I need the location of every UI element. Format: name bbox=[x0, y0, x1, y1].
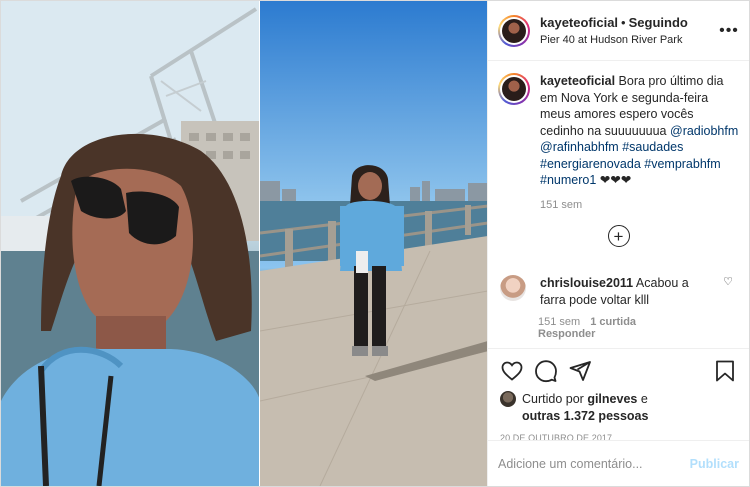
post-location[interactable]: Pier 40 at Hudson River Park bbox=[540, 34, 719, 46]
others-likes[interactable]: outras 1.372 pessoas bbox=[522, 409, 648, 423]
comment-icon[interactable] bbox=[534, 359, 558, 383]
selfie-photo bbox=[1, 1, 259, 486]
plus-circle-icon[interactable]: + bbox=[607, 225, 630, 247]
comment-time[interactable]: 151 sem bbox=[538, 316, 580, 328]
follow-status[interactable]: Seguindo bbox=[629, 15, 688, 30]
first-liker[interactable]: gilneves bbox=[587, 392, 637, 406]
comment-input[interactable] bbox=[498, 456, 690, 471]
post-header: kayeteoficial • Seguindo Pier 40 at Hudson… bbox=[488, 1, 749, 61]
caption-hearts: ❤❤❤ bbox=[599, 173, 632, 187]
caption: kayeteoficial Bora pro último dia em Nov… bbox=[498, 73, 739, 213]
commenter-avatar[interactable] bbox=[500, 275, 526, 301]
comment-text-block: chrislouise2011 Acabou a farra pode volt… bbox=[540, 275, 715, 308]
liked-by-prefix: Curtido por bbox=[522, 392, 584, 406]
liker-avatar[interactable] bbox=[500, 391, 516, 407]
post-media[interactable] bbox=[1, 1, 487, 486]
caption-avatar[interactable] bbox=[498, 73, 530, 105]
comments-area: kayeteoficial Bora pro último dia em Nov… bbox=[488, 61, 749, 348]
liked-by: Curtido por gilneves e bbox=[500, 391, 737, 407]
instagram-post: kayeteoficial • Seguindo Pier 40 at Hudson… bbox=[0, 0, 750, 487]
liked-by-and: e bbox=[640, 392, 648, 406]
reply-button[interactable]: Responder bbox=[538, 328, 595, 340]
mention-rafinhabhfm[interactable]: @rafinhabhfm bbox=[540, 140, 619, 154]
caption-text-block: kayeteoficial Bora pro último dia em Nov… bbox=[540, 73, 739, 213]
post-side-panel: kayeteoficial • Seguindo Pier 40 at Hudson… bbox=[487, 1, 749, 486]
comment-heart-icon[interactable]: ♡ bbox=[723, 275, 733, 288]
separator-dot: • bbox=[621, 15, 626, 30]
comment-item: chrislouise2011 Acabou a farra pode volt… bbox=[498, 261, 739, 308]
publish-button[interactable]: Publicar bbox=[690, 457, 739, 471]
bookmark-icon[interactable] bbox=[713, 359, 737, 383]
post-actions: Curtido por gilneves e outras 1.372 pess… bbox=[488, 348, 749, 443]
heart-icon[interactable] bbox=[500, 359, 524, 383]
caption-time[interactable]: 151 sem bbox=[540, 197, 739, 214]
commenter-username[interactable]: chrislouise2011 bbox=[540, 276, 633, 290]
more-horizontal-icon[interactable]: ••• bbox=[719, 21, 739, 41]
send-icon[interactable] bbox=[568, 359, 592, 383]
author-avatar[interactable] bbox=[498, 14, 530, 47]
caption-username[interactable]: kayeteoficial bbox=[540, 74, 615, 88]
author-username[interactable]: kayeteoficial bbox=[540, 15, 618, 30]
walking-photo bbox=[259, 1, 487, 486]
comment-meta: 151 sem 1 curtida Responder bbox=[538, 316, 668, 340]
mention-radiobhfm[interactable]: @radiobhfm bbox=[670, 124, 738, 138]
add-comment-bar: Publicar bbox=[488, 440, 749, 486]
comment-likes[interactable]: 1 curtida bbox=[590, 316, 636, 328]
